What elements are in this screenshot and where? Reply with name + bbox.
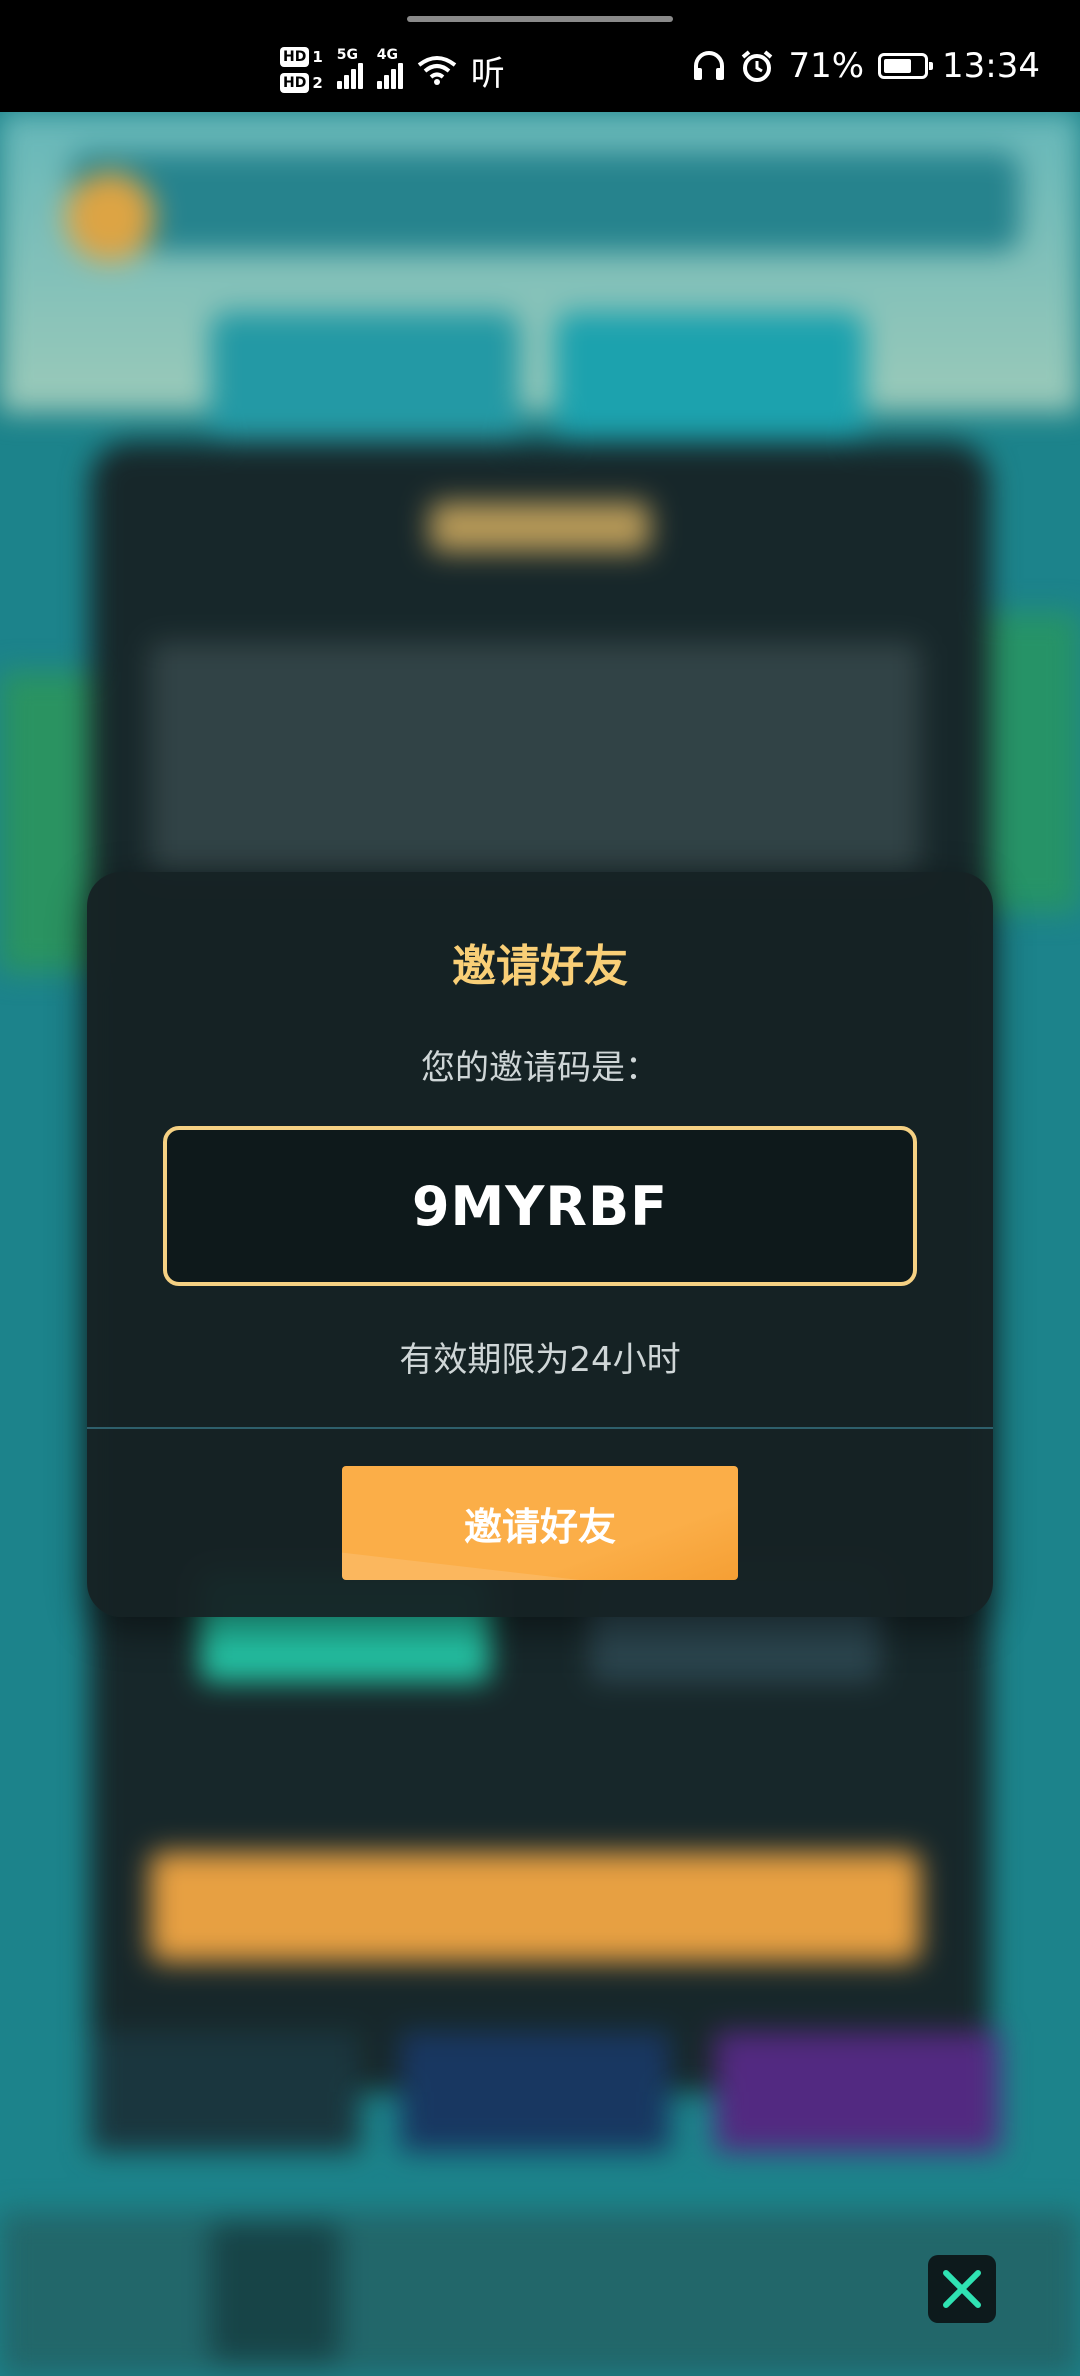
invite-code-prompt: 您的邀请码是： (421, 1048, 659, 1088)
headphones-icon (694, 51, 725, 80)
signal-5g-label: 5G (336, 47, 359, 63)
signal-4g-icon: 4G (376, 47, 403, 89)
hd-badge-2-index: 2 (312, 74, 323, 92)
listen-indicator: 听 (470, 53, 505, 94)
signal-4g-label: 4G (376, 47, 399, 63)
hd-badge-2-label: HD (280, 73, 310, 93)
validity-note: 有效期限为24小时 (399, 1340, 681, 1380)
invite-friends-button[interactable]: 邀请好友 (342, 1466, 738, 1580)
network-indicators: HD 1 HD 2 5G 4G 听 (280, 40, 505, 100)
gesture-handle[interactable] (407, 16, 673, 22)
alarm-icon (742, 50, 773, 82)
clock: 13:34 (942, 46, 1040, 86)
hd-badges: HD 1 HD 2 (280, 47, 323, 93)
wifi-icon (417, 56, 457, 85)
status-bar: HD 1 HD 2 5G 4G 听 71% 13:34 (0, 0, 1080, 112)
dialog-divider (87, 1427, 993, 1429)
dialog-title: 邀请好友 (452, 941, 628, 992)
battery-fill (884, 59, 912, 73)
invite-code[interactable]: 9MYRBF (412, 1175, 668, 1238)
battery-icon (878, 53, 934, 79)
system-indicators: 71% 13:34 (692, 46, 1040, 86)
hd-badge-1-label: HD (280, 47, 310, 67)
close-icon (943, 2270, 981, 2308)
hd-badge-1: HD 1 (280, 47, 323, 67)
hd-badge-1-index: 1 (312, 48, 323, 66)
invite-code-box[interactable]: 9MYRBF (163, 1126, 917, 1286)
battery-percent: 71% (788, 46, 865, 86)
screen: HD 1 HD 2 5G 4G 听 71% 13:34 邀请好友 您的邀请码是：… (0, 0, 1080, 2376)
close-button[interactable] (928, 2255, 996, 2323)
invite-dialog: 邀请好友 您的邀请码是： 9MYRBF 有效期限为24小时 邀请好友 (87, 872, 993, 1617)
signal-5g-icon: 5G (336, 47, 363, 89)
invite-friends-button-label: 邀请好友 (463, 1504, 616, 1549)
hd-badge-2: HD 2 (280, 73, 323, 93)
